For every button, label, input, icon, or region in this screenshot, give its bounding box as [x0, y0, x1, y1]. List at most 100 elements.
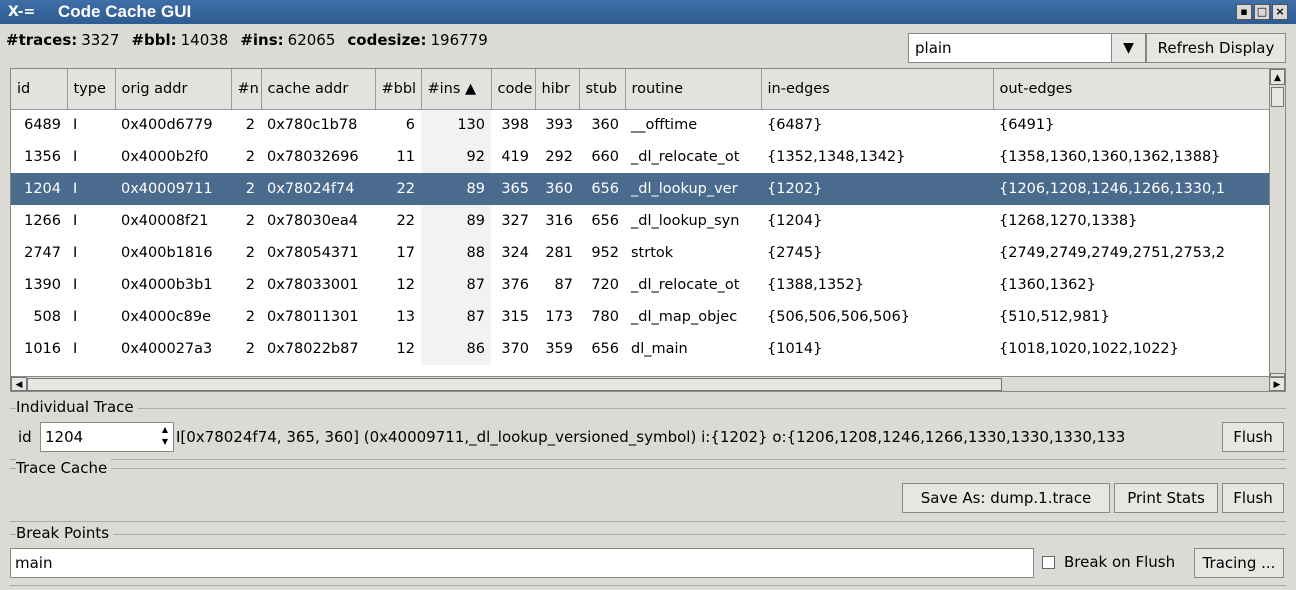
table-cell: _dl_relocate_ot	[631, 149, 740, 165]
table-cell: 508	[33, 309, 61, 325]
view-mode-select[interactable]: plain ▼	[908, 33, 1146, 63]
ins-count: 62065	[287, 31, 336, 49]
table-cell: 952	[591, 245, 619, 261]
column-header[interactable]: #n	[231, 69, 262, 110]
scroll-left-icon[interactable]: ◀	[11, 377, 27, 391]
table-cell: {2749,2749,2749,2751,2753,2	[999, 245, 1226, 261]
trace-id-label: id	[18, 428, 32, 446]
table-cell: 0x780c1b78	[267, 117, 358, 134]
table-cell: 22	[375, 173, 421, 205]
print-stats-button[interactable]: Print Stats	[1114, 483, 1218, 513]
table-cell: 0x4000b2f0	[121, 149, 209, 165]
table-cell: {1204}	[767, 213, 823, 229]
horizontal-scrollbar[interactable]: ◀ ▶	[10, 376, 1286, 392]
view-mode-value[interactable]: plain	[908, 33, 1112, 63]
table-cell: I	[73, 117, 78, 134]
table-cell: I	[73, 309, 78, 325]
table-cell: 0x78033001	[267, 277, 359, 293]
horizontal-scroll-thumb[interactable]	[27, 378, 1002, 391]
table-cell: {2745}	[767, 245, 823, 261]
column-header[interactable]: id	[11, 69, 68, 110]
table-cell: 0x78022b87	[267, 341, 359, 357]
table-cell: 324	[501, 245, 529, 261]
table-cell: 173	[545, 309, 573, 325]
table-row[interactable]: 508 I 0x4000c89e 2 0x78011301 13 87 315 173 780 _d…	[11, 301, 1271, 333]
table-row[interactable]: 2747 I 0x400b1816 2 0x78054371 17 88 324 281 952 s…	[11, 237, 1271, 269]
column-header[interactable]: stub	[579, 69, 626, 110]
column-header[interactable]: routine	[625, 69, 762, 110]
trace-table[interactable]: id type orig addr #n cache addr #bbl #ins ▲ cod…	[10, 68, 1286, 390]
table-cell: 92	[421, 141, 491, 173]
ins-label: #ins:	[240, 31, 284, 49]
traces-label: #traces:	[6, 31, 78, 49]
trace-info-text: I[0x78024f74, 365, 360] (0x40009711,_dl_…	[176, 428, 1126, 446]
break-points-label: Break Points	[16, 524, 114, 542]
break-points-input[interactable]: main	[10, 548, 1034, 578]
table-cell: 88	[421, 237, 491, 269]
tracing-button[interactable]: Tracing ...	[1194, 548, 1284, 578]
table-cell: 2	[245, 341, 255, 357]
table-cell: 87	[421, 269, 491, 301]
table-cell: I	[67, 173, 115, 205]
table-cell: 12	[396, 341, 415, 357]
table-row[interactable]: 6489 I 0x400d6779 2 0x780c1b78 6 130 398 393 360 _…	[11, 109, 1271, 141]
table-cell: 660	[591, 149, 619, 165]
table-cell: 315	[501, 309, 529, 325]
trace-id-spinner[interactable]: 1204	[40, 422, 174, 452]
table-cell: {1358,1360,1360,1362,1388}	[999, 149, 1221, 165]
table-cell: 130	[421, 109, 491, 141]
column-header[interactable]: in-edges	[761, 69, 994, 110]
break-on-flush-checkbox[interactable]	[1042, 556, 1055, 569]
flush-trace-button[interactable]: Flush	[1222, 422, 1284, 452]
column-header[interactable]: #bbl	[375, 69, 422, 110]
table-row[interactable]: 1016 I 0x400027a3 2 0x78022b87 12 86 370 359 656 d…	[11, 333, 1271, 365]
column-header[interactable]: out-edges	[993, 69, 1272, 110]
scroll-right-icon[interactable]: ▶	[1269, 377, 1285, 391]
refresh-display-button[interactable]: Refresh Display	[1146, 33, 1286, 63]
table-cell: 365	[491, 173, 535, 205]
close-icon[interactable]: ×	[1272, 4, 1288, 20]
save-as-button[interactable]: Save As: dump.1.trace	[902, 483, 1110, 513]
table-cell: 2	[245, 117, 255, 134]
table-cell: I	[73, 277, 78, 293]
table-cell: _dl_map_objec	[631, 309, 738, 325]
table-cell: 22	[396, 213, 415, 229]
table-cell: 376	[501, 277, 529, 293]
table-cell: 656	[591, 213, 619, 229]
table-cell: 656	[591, 341, 619, 357]
table-cell: 1356	[24, 149, 61, 165]
table-cell: 0x400027a3	[121, 341, 213, 357]
dropdown-arrow-icon[interactable]: ▼	[1112, 33, 1146, 63]
table-cell: 11	[396, 149, 415, 165]
table-row[interactable]: 1390 I 0x4000b3b1 2 0x78033001 12 87 376 87 720 _d…	[11, 269, 1271, 301]
vertical-scrollbar[interactable]: ▲ ▼	[1269, 69, 1285, 389]
table-cell: 2	[245, 309, 255, 325]
table-cell: 656	[579, 173, 625, 205]
column-header[interactable]: code	[491, 69, 536, 110]
table-row[interactable]: 1266 I 0x40008f21 2 0x78030ea4 22 89 327 316 656 _…	[11, 205, 1271, 237]
table-cell: 0x78030ea4	[267, 213, 358, 229]
spinner-arrows-icon[interactable]: ▲ ▼	[158, 424, 172, 450]
table-row[interactable]: 1204 I 0x40009711 2 0x78024f74 22 89 365 360 656 _…	[11, 173, 1271, 205]
table-cell: 2	[245, 277, 255, 293]
table-cell: {1014}	[767, 341, 823, 357]
table-cell: {1206,1208,1246,1266,1330,1	[993, 173, 1271, 205]
table-cell: 2	[245, 213, 255, 229]
table-cell: 0x78024f74	[261, 173, 375, 205]
table-cell: 398	[501, 117, 529, 134]
column-header[interactable]: cache addr	[261, 69, 376, 110]
table-cell: I	[73, 341, 78, 357]
table-row[interactable]: 1356 I 0x4000b2f0 2 0x78032696 11 92 419 292 660 _…	[11, 141, 1271, 173]
column-header[interactable]: orig addr	[115, 69, 232, 110]
column-header[interactable]: type	[67, 69, 116, 110]
column-header[interactable]: hibr	[535, 69, 580, 110]
flush-cache-button[interactable]: Flush	[1222, 483, 1284, 513]
codesize-value: 196779	[430, 31, 488, 49]
table-cell: 87	[421, 301, 491, 333]
scroll-up-icon[interactable]: ▲	[1270, 69, 1285, 85]
minimize-icon[interactable]: ▪	[1236, 4, 1252, 20]
maximize-icon[interactable]: □	[1254, 4, 1270, 20]
column-header[interactable]: #ins ▲	[421, 69, 492, 110]
vertical-scroll-thumb[interactable]	[1271, 87, 1284, 107]
table-cell: 1266	[24, 213, 61, 229]
